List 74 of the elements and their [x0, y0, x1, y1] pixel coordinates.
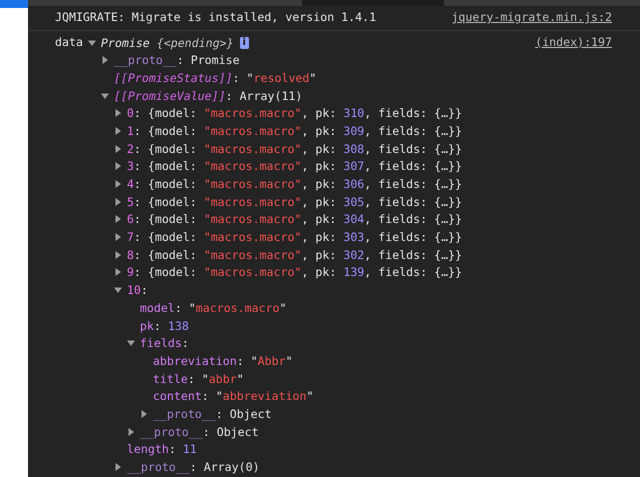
- collapsed-triangle-icon[interactable]: [114, 250, 122, 259]
- expanded-triangle-icon[interactable]: [114, 286, 122, 294]
- property-value: : 11: [168, 442, 197, 456]
- property-key: 1: [126, 124, 134, 138]
- property-key: pk: [140, 318, 154, 333]
- collapsed-triangle-icon[interactable]: [114, 180, 122, 188]
- info-badge[interactable]: i: [240, 36, 249, 49]
- collapsed-triangle-icon[interactable]: [114, 144, 122, 153]
- property-key: abbreviation: [152, 354, 237, 368]
- property-key: __proto__: [126, 460, 190, 474]
- property-value: : "macros.macro": [174, 300, 287, 315]
- property-value: Promise {<pending>}: [100, 36, 234, 50]
- collapsed-triangle-icon[interactable]: [114, 126, 122, 135]
- property-value: : {model: "macros.macro", pk: 308, fields: {…}}: [134, 142, 462, 156]
- property-key: __proto__: [114, 53, 177, 68]
- property-key: length: [126, 442, 169, 456]
- property-value: : {model: "macros.macro", pk: 307, fields: {…}}: [134, 159, 462, 174]
- property-value: : Promise: [176, 53, 240, 68]
- property-key: [[PromiseValue]]: [114, 88, 226, 103]
- property-value: : 138: [154, 318, 189, 333]
- property-value: :: [182, 336, 189, 350]
- property-key: 5: [126, 194, 134, 209]
- property-key: 2: [126, 142, 134, 156]
- property-value: : {model: "macros.macro", pk: 306, fields: {…}}: [134, 177, 462, 192]
- property-value: : {model: "macros.macro", pk: 305, fields: {…}}: [134, 194, 462, 209]
- property-value: : {model: "macros.macro", pk: 304, fields: {…}}: [134, 212, 462, 226]
- property-key: 3: [126, 159, 134, 174]
- property-key: 7: [126, 230, 134, 244]
- property-key: __proto__: [140, 424, 203, 439]
- property-key: title: [152, 372, 188, 386]
- property-key: 4: [126, 177, 134, 192]
- toolbar-field[interactable]: [302, 0, 444, 6]
- property-value: : {model: "macros.macro", pk: 139, fields: {…}}: [134, 265, 462, 280]
- expanded-triangle-icon[interactable]: [88, 38, 96, 47]
- expanded-triangle-icon[interactable]: [126, 339, 135, 348]
- property-key: content: [152, 389, 202, 404]
- property-key: fields: [140, 336, 182, 350]
- collapsed-triangle-icon[interactable]: [100, 56, 109, 64]
- property-key: 8: [126, 248, 134, 262]
- collapsed-triangle-icon[interactable]: [114, 233, 122, 242]
- collapsed-triangle-icon[interactable]: [126, 428, 135, 436]
- collapsed-triangle-icon[interactable]: [114, 109, 122, 118]
- property-key: [[PromiseStatus]]: [114, 70, 233, 85]
- log-message: JQMIGRATE: Migrate is installed, version 1.4.1: [55, 9, 376, 26]
- property-value: : {model: "macros.macro", pk: 309, fields: {…}}: [134, 124, 462, 138]
- property-value: : "abbr": [188, 372, 244, 386]
- property-key: 10: [126, 283, 141, 298]
- property-value: : "resolved": [232, 70, 316, 85]
- collapsed-triangle-icon[interactable]: [114, 463, 122, 472]
- expanded-triangle-icon[interactable]: [100, 92, 109, 100]
- property-value: : {model: "macros.macro", pk: 302, fields: {…}}: [134, 248, 462, 262]
- property-key: 0: [126, 106, 134, 120]
- property-value: : Object: [202, 424, 259, 439]
- collapsed-triangle-icon[interactable]: [114, 268, 122, 276]
- collapsed-triangle-icon[interactable]: [140, 410, 148, 418]
- property-key: __proto__: [152, 406, 216, 421]
- property-key: model: [140, 300, 175, 315]
- property-key: 6: [126, 212, 134, 226]
- source-link[interactable]: jquery-migrate.min.js:2: [451, 9, 612, 27]
- property-value: : Object: [216, 406, 272, 421]
- collapsed-triangle-icon[interactable]: [114, 198, 122, 206]
- property-value: : Array(0): [190, 460, 260, 474]
- log-label: data: [55, 34, 83, 51]
- property-value: : {model: "macros.macro", pk: 303, fields: {…}}: [134, 230, 462, 244]
- collapsed-triangle-icon[interactable]: [114, 162, 122, 170]
- property-value: : Array(11): [226, 88, 302, 103]
- property-value: : "abbreviation": [202, 389, 314, 404]
- highlight-bar: [0, 0, 28, 8]
- property-value: : {model: "macros.macro", pk: 310, fields: {…}}: [134, 106, 462, 120]
- collapsed-triangle-icon[interactable]: [114, 215, 122, 224]
- source-link[interactable]: (index):197: [535, 34, 612, 52]
- property-key: 9: [126, 265, 134, 280]
- property-value: : "Abbr": [236, 354, 293, 368]
- property-value: :: [140, 283, 148, 298]
